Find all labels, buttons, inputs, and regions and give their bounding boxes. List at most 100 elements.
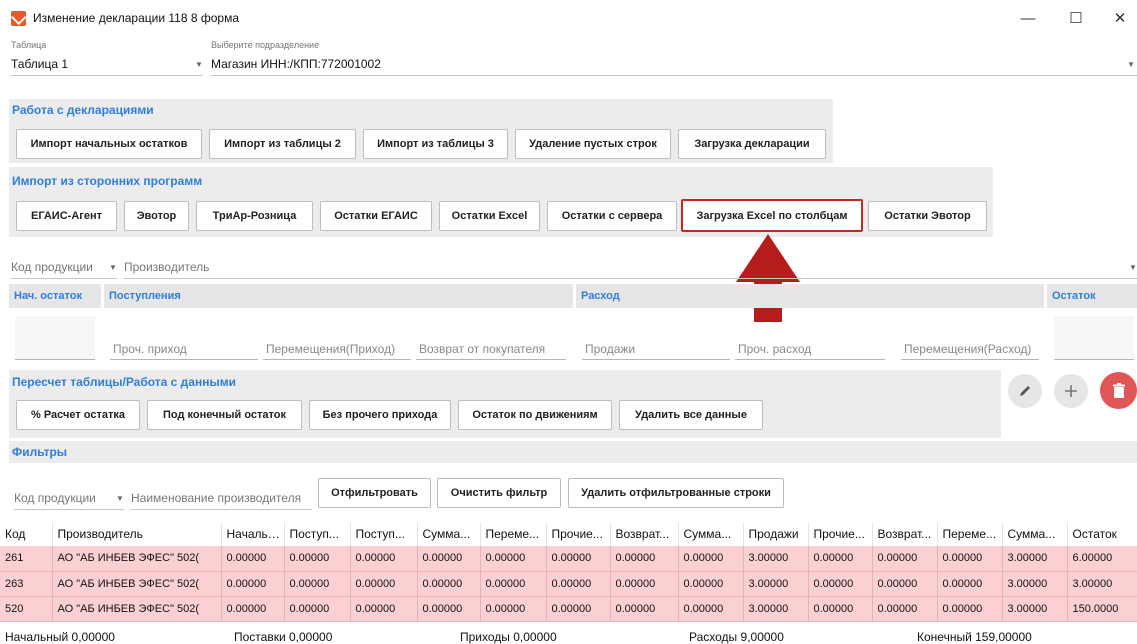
table-cell: 0.00000 bbox=[678, 546, 744, 572]
excel-balances-button[interactable]: Остатки Excel bbox=[439, 201, 540, 231]
table-cell: 263 bbox=[0, 571, 53, 597]
product-code-select[interactable]: Код продукции ▼ bbox=[11, 255, 117, 279]
table-cell: 0.00000 bbox=[480, 571, 547, 597]
division-select[interactable]: Магазин ИНН:/КПП:772001002 ▼ bbox=[211, 52, 1137, 76]
initial-balance-field[interactable] bbox=[15, 338, 95, 360]
import-table-2-button[interactable]: Импорт из таблицы 2 bbox=[209, 129, 356, 159]
table-cell: 3.00000 bbox=[743, 571, 809, 597]
column-header[interactable]: Прочие... bbox=[808, 522, 873, 546]
column-header[interactable]: Продажи bbox=[743, 522, 809, 546]
filter-code-placeholder: Код продукции bbox=[14, 491, 96, 505]
data-table: Код Производитель Начальн... Поступ... П… bbox=[0, 522, 1137, 622]
footer-final: Конечный 159,00000 bbox=[917, 630, 1032, 644]
evotor-balances-button[interactable]: Остатки Эвотор bbox=[868, 201, 987, 231]
table-cell: 3.00000 bbox=[1067, 571, 1137, 597]
other-expense-field[interactable]: Проч. расход bbox=[735, 338, 885, 360]
egais-agent-button[interactable]: ЕГАИС-Агент bbox=[16, 201, 117, 231]
delete-all-data-button[interactable]: Удалить все данные bbox=[619, 400, 763, 430]
filter-producer-input[interactable]: Наименование производителя bbox=[131, 486, 312, 510]
table-select-label: Таблица bbox=[11, 40, 47, 50]
column-header[interactable]: Прочие... bbox=[546, 522, 611, 546]
external-import-group-header: Импорт из сторонних программ bbox=[12, 174, 203, 188]
pencil-icon bbox=[1020, 386, 1030, 396]
table-select[interactable]: Таблица 1 ▼ bbox=[11, 52, 203, 76]
apply-filter-button[interactable]: Отфильтровать bbox=[318, 478, 431, 508]
evotor-button[interactable]: Эвотор bbox=[124, 201, 189, 231]
producer-placeholder: Производитель bbox=[124, 260, 210, 274]
close-button[interactable]: ✕ bbox=[1100, 5, 1137, 31]
import-initial-balances-button[interactable]: Импорт начальных остатков bbox=[16, 129, 202, 159]
column-header[interactable]: Остаток bbox=[1067, 522, 1137, 546]
add-button[interactable] bbox=[1054, 374, 1088, 408]
initial-balance-header: Нач. остаток bbox=[9, 284, 101, 308]
sales-field[interactable]: Продажи bbox=[582, 338, 730, 360]
table-cell: АО "АБ ИНБЕВ ЭФЕС" 502( bbox=[52, 596, 222, 622]
table-row[interactable]: 520 АО "АБ ИНБЕВ ЭФЕС" 502(0.00000 0.00000… bbox=[0, 596, 1137, 622]
table-cell: 0.00000 bbox=[610, 596, 679, 622]
column-header[interactable]: Поступ... bbox=[284, 522, 351, 546]
egais-balances-button[interactable]: Остатки ЕГАИС bbox=[320, 201, 432, 231]
producer-select[interactable]: Производитель ▼ bbox=[124, 255, 1137, 279]
transfer-out-field[interactable]: Перемещения(Расход) bbox=[901, 338, 1039, 360]
delete-filtered-rows-button[interactable]: Удалить отфильтрованные строки bbox=[568, 478, 784, 508]
table-cell: 0.00000 bbox=[417, 571, 481, 597]
chevron-down-icon: ▼ bbox=[116, 494, 124, 503]
filter-code-select[interactable]: Код продукции ▼ bbox=[14, 486, 124, 510]
delete-empty-rows-button[interactable]: Удаление пустых строк bbox=[515, 129, 671, 159]
table-cell: 0.00000 bbox=[350, 596, 418, 622]
column-header[interactable]: Производитель bbox=[52, 522, 222, 546]
footer-supplies: Поставки 0,00000 bbox=[234, 630, 333, 644]
plus-icon bbox=[1065, 385, 1077, 397]
product-code-placeholder: Код продукции bbox=[11, 260, 93, 274]
remain-field[interactable] bbox=[1054, 338, 1134, 360]
load-declaration-button[interactable]: Загрузка декларации bbox=[678, 129, 826, 159]
server-balances-button[interactable]: Остатки с сервера bbox=[547, 201, 677, 231]
table-cell: 3.00000 bbox=[1002, 596, 1068, 622]
column-header[interactable]: Возврат... bbox=[610, 522, 679, 546]
edit-button[interactable] bbox=[1008, 374, 1042, 408]
footer-expenses: Расходы 9,00000 bbox=[689, 630, 784, 644]
maximize-button[interactable]: ☐ bbox=[1056, 5, 1096, 31]
table-cell: 0.00000 bbox=[546, 546, 611, 572]
table-cell: 150.0000 bbox=[1067, 596, 1137, 622]
remain-by-moves-button[interactable]: Остаток по движениям bbox=[458, 400, 612, 430]
table-cell: 0.00000 bbox=[221, 571, 285, 597]
no-other-income-button[interactable]: Без прочего прихода bbox=[309, 400, 451, 430]
final-balance-button[interactable]: Под конечный остаток bbox=[147, 400, 302, 430]
import-table-3-button[interactable]: Импорт из таблицы 3 bbox=[363, 129, 508, 159]
minimize-button[interactable]: — bbox=[1008, 5, 1048, 31]
column-header[interactable]: Код bbox=[0, 522, 53, 546]
table-cell: АО "АБ ИНБЕВ ЭФЕС" 502( bbox=[52, 546, 222, 572]
table-cell: 0.00000 bbox=[937, 546, 1003, 572]
triar-button[interactable]: ТриАр-Розница bbox=[196, 201, 313, 231]
table-cell: 3.00000 bbox=[743, 596, 809, 622]
receipts-header: Поступления bbox=[104, 284, 573, 308]
filter-producer-placeholder: Наименование производителя bbox=[131, 491, 302, 505]
table-cell: 0.00000 bbox=[480, 596, 547, 622]
column-header[interactable]: Переме... bbox=[937, 522, 1003, 546]
window-title: Изменение декларации 118 8 форма bbox=[33, 11, 240, 25]
column-header[interactable]: Сумма... bbox=[1002, 522, 1068, 546]
table-cell: 0.00000 bbox=[610, 546, 679, 572]
excel-by-columns-button[interactable]: Загрузка Excel по столбцам bbox=[681, 199, 863, 232]
column-header[interactable]: Сумма... bbox=[678, 522, 744, 546]
buyer-return-field[interactable]: Возврат от покупателя bbox=[416, 338, 566, 360]
column-header[interactable]: Переме... bbox=[480, 522, 547, 546]
table-cell: 0.00000 bbox=[546, 596, 611, 622]
table-row[interactable]: 263 АО "АБ ИНБЕВ ЭФЕС" 502(0.00000 0.00000… bbox=[0, 571, 1137, 597]
column-header[interactable]: Начальн... bbox=[221, 522, 285, 546]
column-header[interactable]: Сумма... bbox=[417, 522, 481, 546]
table-cell: 0.00000 bbox=[808, 546, 873, 572]
table-cell: 0.00000 bbox=[678, 571, 744, 597]
column-header[interactable]: Возврат... bbox=[872, 522, 938, 546]
table-row[interactable]: 261 АО "АБ ИНБЕВ ЭФЕС" 502(0.00000 0.00000… bbox=[0, 546, 1137, 572]
clear-filter-button[interactable]: Очистить фильтр bbox=[437, 478, 561, 508]
chevron-down-icon: ▼ bbox=[109, 263, 117, 272]
transfer-in-field[interactable]: Перемещения(Приход) bbox=[263, 338, 411, 360]
chevron-down-icon: ▼ bbox=[1129, 263, 1137, 272]
calc-remain-button[interactable]: % Расчет остатка bbox=[16, 400, 140, 430]
other-income-field[interactable]: Проч. приход bbox=[110, 338, 258, 360]
column-header[interactable]: Поступ... bbox=[350, 522, 418, 546]
delete-button[interactable] bbox=[1100, 372, 1137, 409]
recalc-group-header: Пересчет таблицы/Работа с данными bbox=[12, 375, 236, 389]
